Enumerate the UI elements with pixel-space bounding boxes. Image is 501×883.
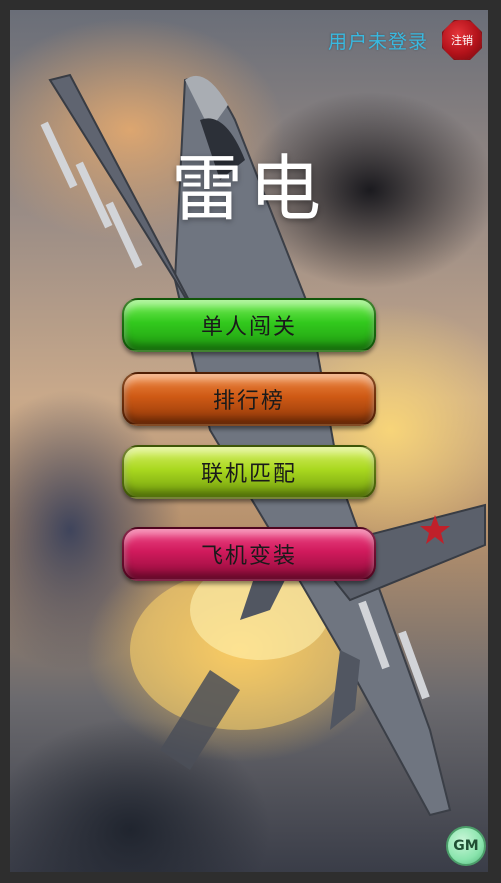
login-status-label[interactable]: 用户未登录 <box>328 27 428 54</box>
logout-button[interactable]: 注销 <box>442 20 482 60</box>
online-match-button[interactable]: 联机匹配 <box>122 445 376 499</box>
gm-button[interactable]: GM <box>446 826 486 866</box>
plane-outfit-button[interactable]: 飞机变装 <box>122 527 376 581</box>
top-bar: 用户未登录 注销 <box>328 18 482 62</box>
device-frame: 用户未登录 注销 雷电 单人闯关 排行榜 联机匹配 飞机变装 GM <box>0 0 501 883</box>
game-screen: 用户未登录 注销 雷电 单人闯关 排行榜 联机匹配 飞机变装 GM <box>10 10 488 872</box>
leaderboard-button[interactable]: 排行榜 <box>122 372 376 426</box>
game-title: 雷电 <box>170 147 327 231</box>
logout-label: 注销 <box>451 34 473 47</box>
single-player-button[interactable]: 单人闯关 <box>122 298 376 352</box>
